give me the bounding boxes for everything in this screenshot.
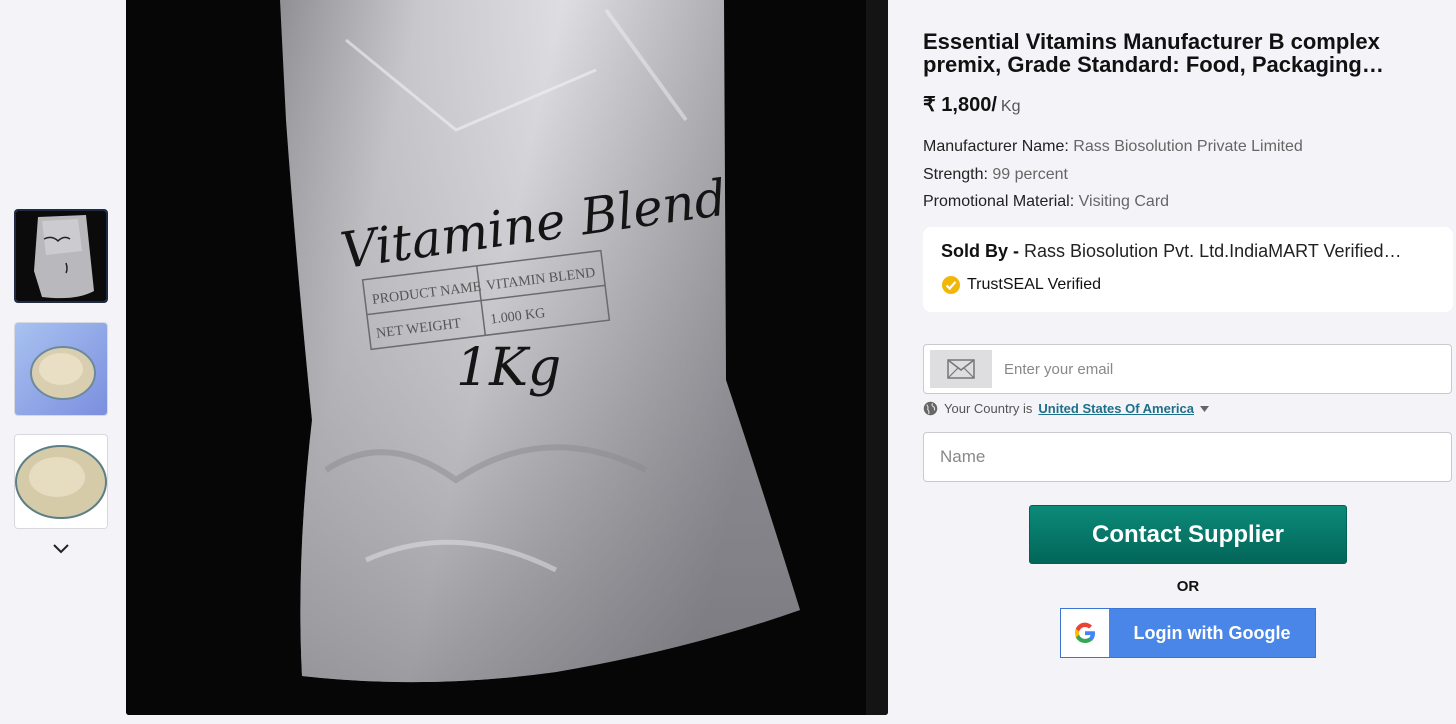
- spec-value: 99 percent: [992, 166, 1068, 183]
- chevron-down-icon: [53, 544, 69, 554]
- spec-label: Promotional Material:: [923, 193, 1075, 210]
- name-field-container: [923, 432, 1452, 482]
- thumbnail-vitamin-bag: [16, 211, 106, 301]
- handwritten-weight-note: 1Kg: [456, 338, 561, 398]
- sold-by-line[interactable]: Sold By - Rass Biosolution Pvt. Ltd.Indi…: [941, 241, 1441, 262]
- seller-name[interactable]: Rass Biosolution Pvt. Ltd.IndiaMART Veri…: [1024, 241, 1402, 261]
- mail-icon-cell: [930, 350, 992, 388]
- spec-strength: Strength: 99 percent: [923, 166, 1068, 184]
- spec-value: Rass Biosolution Private Limited: [1073, 138, 1303, 155]
- price-unit: Kg: [1000, 98, 1021, 115]
- trustseal-label: TrustSEAL Verified: [967, 276, 1101, 293]
- login-with-google-button[interactable]: Login with Google: [1060, 608, 1316, 658]
- thumbnail-powder-dish: [15, 323, 107, 415]
- thumbnails-next-button[interactable]: [49, 538, 73, 558]
- vitamin-blend-bag-photo: PRODUCT NAME VITAMIN BLEND NET WEIGHT 1.…: [126, 0, 888, 715]
- spec-value: Visiting Card: [1078, 193, 1170, 210]
- globe-icon: [923, 401, 938, 416]
- thumbnail-powder-plate: [15, 435, 107, 528]
- google-button-label: Login with Google: [1133, 622, 1291, 643]
- product-title: Essential Vitamins Manufacturer B comple…: [923, 29, 1384, 77]
- trustseal-icon: [942, 276, 960, 294]
- spec-label: Strength:: [923, 166, 988, 183]
- email-input[interactable]: [1004, 345, 1444, 393]
- google-icon: [1074, 622, 1095, 644]
- product-price: ₹ 1,800/Kg: [923, 92, 1020, 117]
- spec-promotional-material: Promotional Material: Visiting Card: [923, 193, 1169, 211]
- price-value: ₹ 1,800/: [923, 94, 997, 116]
- google-icon-cell: [1061, 609, 1109, 657]
- country-prefix: Your Country is: [944, 401, 1033, 416]
- spec-manufacturer: Manufacturer Name: Rass Biosolution Priv…: [923, 138, 1303, 156]
- name-input[interactable]: [940, 433, 1440, 481]
- spec-label: Manufacturer Name:: [923, 138, 1069, 155]
- sold-by-label: Sold By -: [941, 241, 1020, 261]
- country-row: Your Country is United States Of America: [923, 401, 1209, 416]
- email-field-container: [923, 344, 1452, 394]
- caret-down-icon[interactable]: [1199, 405, 1209, 412]
- or-divider: OR: [1176, 578, 1200, 595]
- mail-icon: [947, 359, 975, 379]
- seller-card: Sold By - Rass Biosolution Pvt. Ltd.Indi…: [923, 227, 1453, 312]
- thumbnail-2[interactable]: [14, 322, 108, 416]
- main-product-image[interactable]: PRODUCT NAME VITAMIN BLEND NET WEIGHT 1.…: [126, 0, 888, 715]
- thumbnail-1[interactable]: [14, 209, 108, 303]
- contact-supplier-button[interactable]: Contact Supplier: [1029, 505, 1347, 564]
- country-selector[interactable]: United States Of America: [1038, 401, 1194, 416]
- trustseal-badge: TrustSEAL Verified: [941, 275, 1101, 295]
- thumbnail-3[interactable]: [14, 434, 108, 529]
